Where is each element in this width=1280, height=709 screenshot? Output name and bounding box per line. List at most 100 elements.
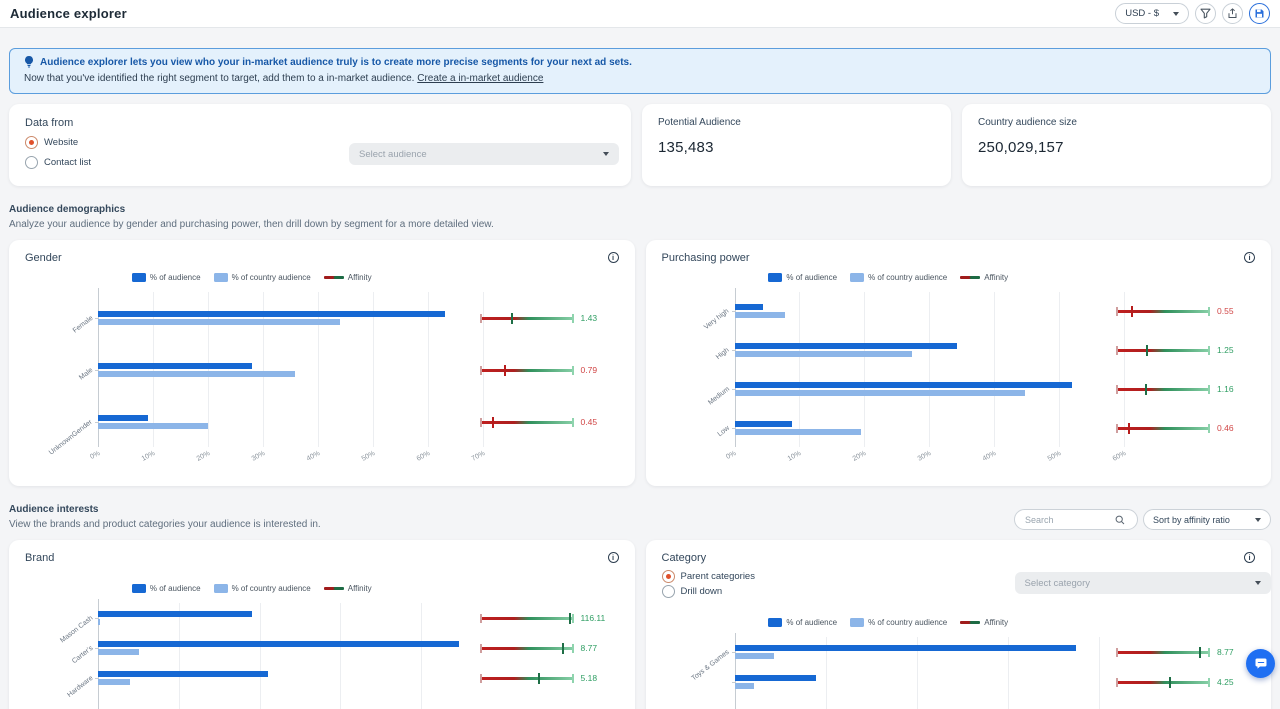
data-from-card: Data from Website Contact list Select au… [9,104,631,186]
row-label-text: Mason Cash [59,615,94,645]
country-audience-bar [98,319,340,325]
chevron-down-icon [1255,518,1261,522]
affinity-marker [1199,647,1201,658]
legend-item-dark: % of audience [768,273,837,282]
radio-drill-down-control[interactable] [662,585,675,598]
select-category-dropdown[interactable]: Select category [1015,572,1271,594]
header-controls: USD - $ [1115,3,1270,24]
affinity-marker [504,365,506,376]
affinity-track [1117,681,1209,684]
affinity-line-swatch [324,276,344,279]
page-title: Audience explorer [10,6,127,21]
legend-label: Affinity [984,273,1008,282]
info-icon[interactable]: i [608,552,619,563]
select-category-placeholder: Select category [1025,578,1090,589]
affinity-track [481,421,573,424]
affinity-gauge: 0.46 [1117,420,1255,436]
sort-value: Sort by affinity ratio [1153,515,1230,525]
x-tick-label: 40% [306,450,322,463]
row-label-text: Carter's [71,645,94,665]
audience-bar [735,645,1076,651]
affinity-marker [538,673,540,684]
info-icon[interactable]: i [1244,552,1255,563]
brand-chart-title: Brand [25,552,54,564]
affinity-track [481,317,573,320]
affinity-gauge: 4.25 [1117,674,1255,690]
funnel-icon [1200,8,1211,19]
gridline [929,292,930,447]
radio-parent-categories-label: Parent categories [681,571,755,582]
filter-button[interactable] [1195,3,1216,24]
country-audience-bar [98,619,100,625]
radio-website-control[interactable] [25,136,38,149]
radio-contact-list-label: Contact list [44,157,91,168]
legend-item-line: Affinity [324,584,372,593]
gridline [340,603,341,709]
affinity-gauge: 0.79 [481,362,619,378]
info-icon[interactable]: i [1244,252,1255,263]
country-audience-bar [98,679,130,685]
audience-bar [98,611,252,617]
data-from-title: Data from [25,117,615,129]
select-audience-placeholder: Select audience [359,149,427,160]
row-label-text: Very high [703,308,730,331]
currency-select[interactable]: USD - $ [1115,3,1189,24]
legend-swatch-dark [768,618,782,627]
affinity-marker [1146,345,1148,356]
chart-legend: % of audience% of country audienceAffini… [25,273,479,282]
affinity-gauge: 8.77 [1117,644,1255,660]
affinity-value: 5.18 [581,673,598,683]
chart-legend: % of audience% of country audienceAffini… [662,618,1116,627]
country-audience-bar [98,649,139,655]
affinity-track [1117,427,1209,430]
legend-swatch-light [214,584,228,593]
legend-swatch-dark [768,273,782,282]
x-tick-label: 0% [89,450,101,461]
audience-bar [98,363,252,369]
legend-swatch-light [850,273,864,282]
gender-chart-card: Gender i % of audience% of country audie… [9,240,635,486]
select-audience-dropdown[interactable]: Select audience [349,143,619,165]
legend-swatch-light [850,618,864,627]
potential-audience-label: Potential Audience [658,117,935,128]
audience-bar [98,311,445,317]
potential-audience-card: Potential Audience 135,483 [642,104,951,186]
save-icon [1254,8,1265,19]
country-audience-bar [735,653,774,659]
legend-item-line: Affinity [960,618,1008,627]
affinity-marker [569,613,571,624]
affinity-track [481,369,573,372]
search-input[interactable] [1025,515,1115,525]
affinity-gauge: 1.16 [1117,381,1255,397]
chat-widget-button[interactable] [1246,649,1275,678]
legend-item-light: % of country audience [850,618,947,627]
info-icon[interactable]: i [608,252,619,263]
legend-item-light: % of country audience [850,273,947,282]
row-label-text: High [715,347,731,361]
radio-contact-list-control[interactable] [25,156,38,169]
x-tick-label: 20% [196,450,212,463]
affinity-line-swatch [960,276,980,279]
create-audience-link[interactable]: Create a in-market audience [417,73,543,84]
demographics-title: Audience demographics [9,204,1271,215]
affinity-track [1117,651,1209,654]
row-label-text: Medium [707,386,731,407]
search-box[interactable] [1014,509,1138,530]
save-button[interactable] [1249,3,1270,24]
chart-plot-area: Mason CashCarter'sHardware [98,603,494,709]
radio-parent-categories-control[interactable] [662,570,675,583]
gridline [179,603,180,709]
audience-bar [735,343,957,349]
chart-plot-area: 0%10%20%30%40%50%60%70%FemaleMaleUnknown… [98,292,494,447]
country-audience-value: 250,029,157 [978,139,1255,156]
affinity-marker [562,643,564,654]
country-audience-bar [735,390,1025,396]
gridline [1099,637,1100,709]
share-button[interactable] [1222,3,1243,24]
audience-bar [735,382,1073,388]
sort-dropdown[interactable]: Sort by affinity ratio [1143,509,1271,530]
category-controls: Parent categories Drill down Select cate… [662,570,1256,606]
affinity-value: 8.77 [581,643,598,653]
legend-item-light: % of country audience [214,273,311,282]
legend-label: % of country audience [232,584,311,593]
